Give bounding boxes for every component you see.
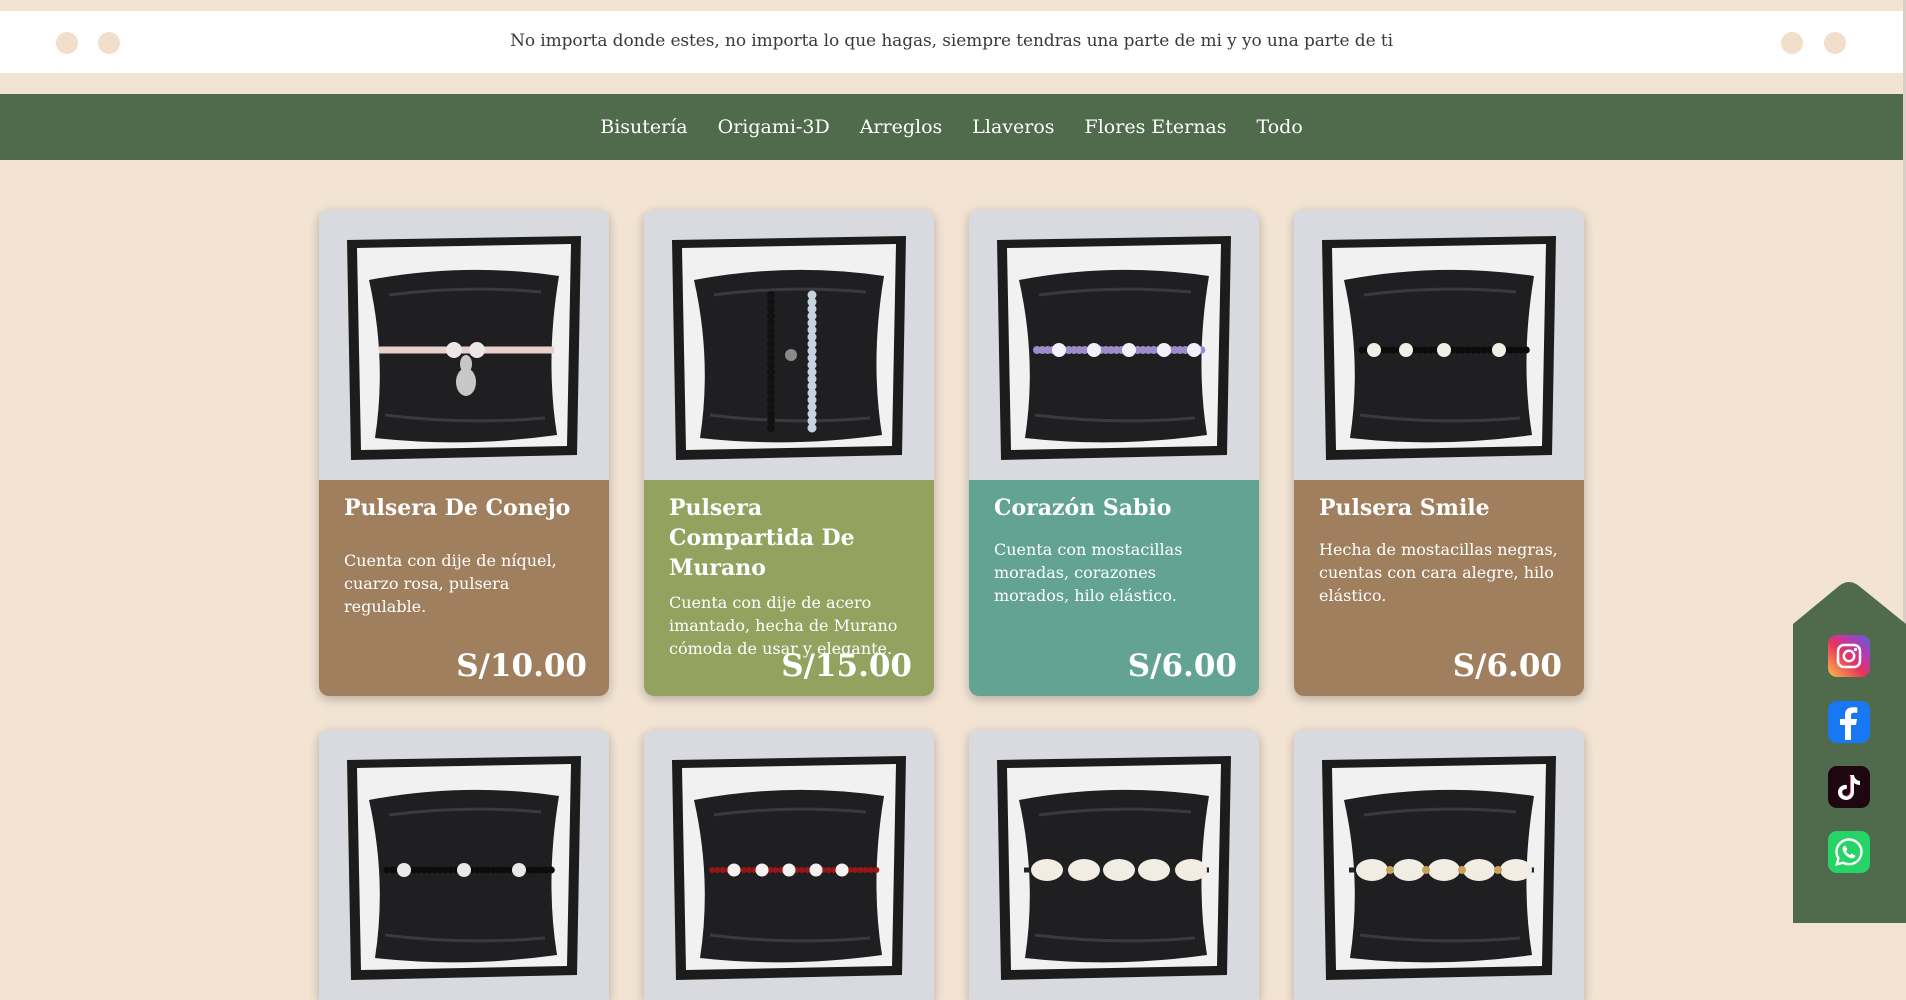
product-description: Cuenta con dije de níquel, cuarzo rosa, … [344,551,557,616]
product-image [969,730,1259,1000]
instagram-icon[interactable] [1828,635,1870,677]
social-panel [1793,580,1906,923]
decor-dot [1781,32,1803,54]
product-image [644,730,934,1000]
product-description: Cuenta con mostacillas moradas, corazone… [994,540,1183,605]
nav-arreglos[interactable]: Arreglos [860,116,943,138]
main-navigation: Bisutería Origami-3D Arreglos Llaveros F… [0,94,1903,160]
product-image [969,210,1259,480]
product-image [1294,210,1584,480]
product-price: S/15.00 [781,648,912,684]
announcement-text: No importa donde estes, no importa lo qu… [510,31,1393,51]
product-price: S/10.00 [456,648,587,684]
product-title: Pulsera Compartida De Murano [669,495,855,581]
whatsapp-icon[interactable] [1828,831,1870,873]
product-card[interactable] [1294,730,1584,1000]
product-image [319,730,609,1000]
product-image [644,210,934,480]
facebook-icon[interactable] [1828,701,1870,743]
nav-flores-eternas[interactable]: Flores Eternas [1085,116,1227,138]
product-price: S/6.00 [1127,648,1237,684]
product-description: Hecha de mostacillas negras, cuentas con… [1319,540,1558,605]
product-title: Pulsera De Conejo [344,495,571,521]
product-card[interactable] [644,730,934,1000]
product-card[interactable]: Pulsera Compartida De Murano Cuenta con … [644,210,934,696]
nav-todo[interactable]: Todo [1257,116,1303,138]
announcement-bar: No importa donde estes, no importa lo qu… [0,11,1903,73]
product-title: Corazón Sabio [994,495,1172,521]
nav-llaveros[interactable]: Llaveros [972,116,1054,138]
product-info: Pulsera De Conejo Cuenta con dije de níq… [319,480,609,696]
product-info: Pulsera Smile Hecha de mostacillas negra… [1294,480,1584,696]
product-card[interactable] [969,730,1259,1000]
product-image [1294,730,1584,1000]
product-price: S/6.00 [1452,648,1562,684]
product-image [319,210,609,480]
product-info: Pulsera Compartida De Murano Cuenta con … [644,480,934,696]
product-card[interactable]: Pulsera Smile Hecha de mostacillas negra… [1294,210,1584,696]
tiktok-icon[interactable] [1828,766,1870,808]
product-info: Corazón Sabio Cuenta con mostacillas mor… [969,480,1259,696]
product-card[interactable]: Corazón Sabio Cuenta con mostacillas mor… [969,210,1259,696]
nav-origami-3d[interactable]: Origami-3D [718,116,830,138]
product-card[interactable]: Pulsera De Conejo Cuenta con dije de níq… [319,210,609,696]
decor-dot [1824,32,1846,54]
nav-bisuteria[interactable]: Bisutería [600,116,687,138]
product-card[interactable] [319,730,609,1000]
product-title: Pulsera Smile [1319,495,1490,521]
